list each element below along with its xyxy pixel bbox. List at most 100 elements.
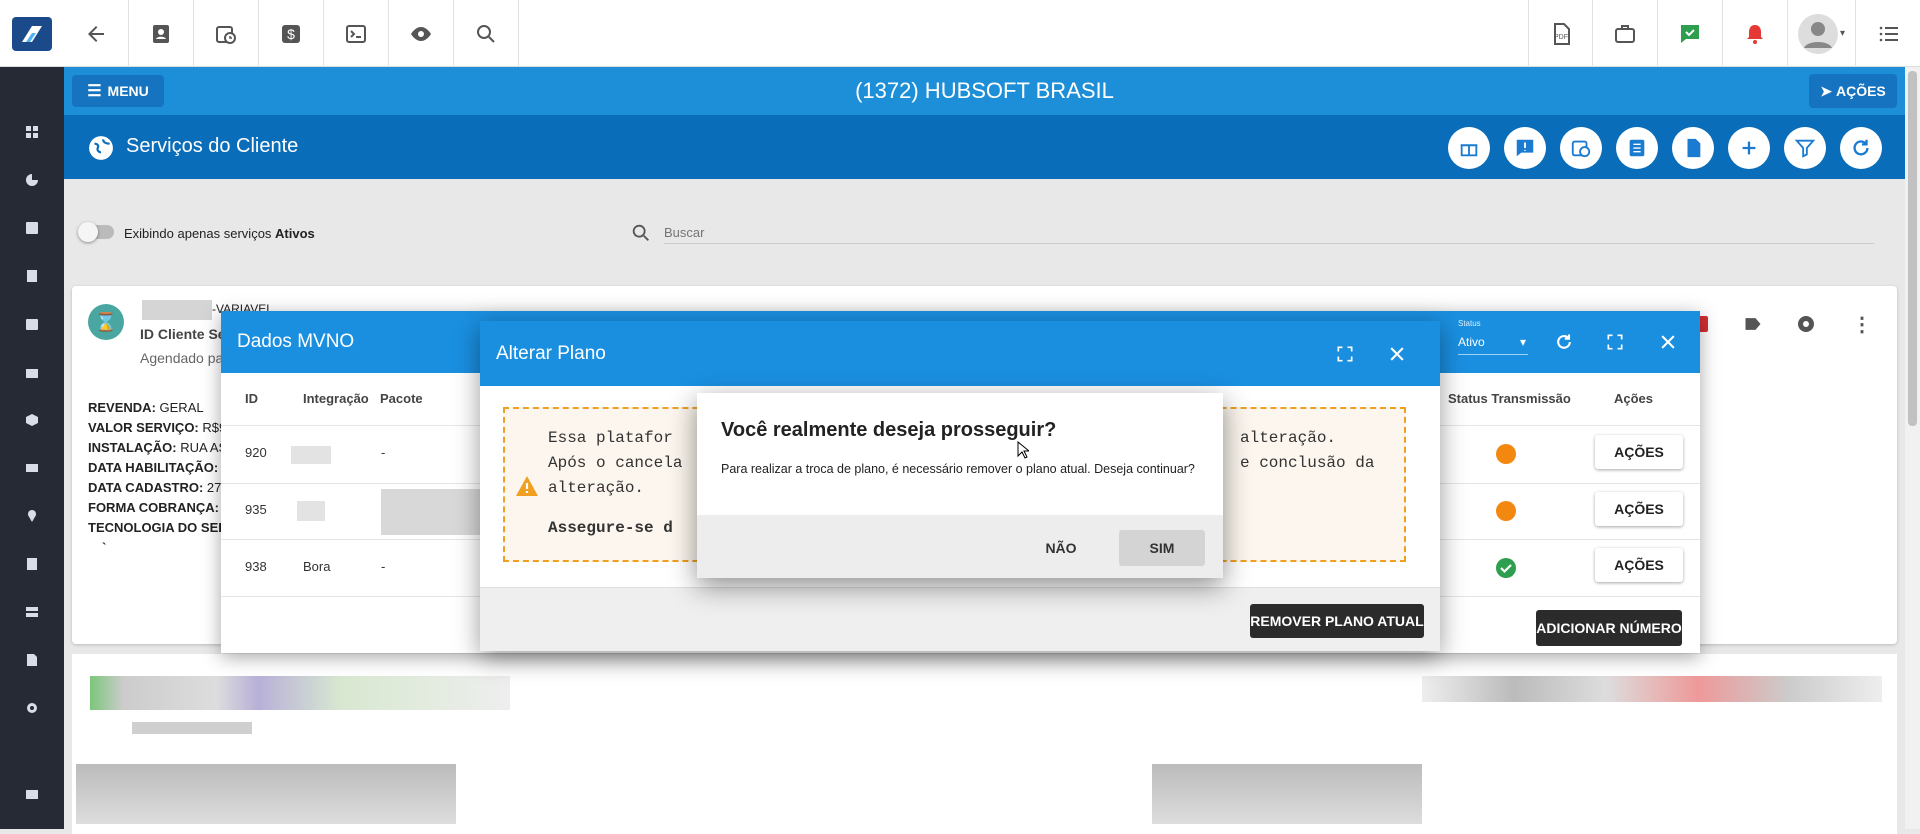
- filter-label-bold: Ativos: [275, 226, 315, 241]
- row-actions-button[interactable]: AÇÕES: [1595, 548, 1683, 582]
- pie-chart-icon[interactable]: [22, 170, 42, 190]
- info-revenda: REVENDA: GERAL: [88, 400, 204, 415]
- eye-icon[interactable]: [389, 0, 454, 67]
- row-id: 938: [245, 559, 267, 574]
- hourglass-icon: ⌛: [88, 304, 124, 340]
- status-select[interactable]: Ativo ▾: [1458, 335, 1528, 355]
- remove-current-plan-button[interactable]: REMOVER PLANO ATUAL: [1250, 604, 1424, 638]
- active-only-toggle[interactable]: [78, 222, 114, 242]
- calendar-clock-icon[interactable]: [1560, 127, 1602, 169]
- info-label: TECNOLOGIA DO SER: [88, 520, 228, 535]
- status-value: Ativo: [1458, 335, 1485, 349]
- top-toolbar: $ PDF ▾: [0, 0, 1920, 67]
- app-logo[interactable]: [12, 17, 52, 51]
- server-icon[interactable]: [22, 602, 42, 622]
- fullscreen-icon[interactable]: [1604, 331, 1626, 353]
- section-header: Serviços do Cliente: [64, 115, 1905, 179]
- money-icon[interactable]: [22, 458, 42, 478]
- user-avatar[interactable]: ▾: [1788, 0, 1856, 67]
- refresh-icon[interactable]: [1840, 127, 1882, 169]
- info-label: DATA CADASTRO:: [88, 480, 204, 495]
- close-icon[interactable]: [1657, 331, 1679, 353]
- send-icon: ➤: [1820, 82, 1832, 99]
- briefcase-icon[interactable]: [1593, 0, 1658, 67]
- change-plan-title: Alterar Plano: [496, 343, 606, 364]
- filter-icon[interactable]: [1784, 127, 1826, 169]
- col-header-id: ID: [245, 391, 258, 406]
- info-tecnologia: TECNOLOGIA DO SER: [88, 520, 228, 535]
- store-icon[interactable]: [22, 784, 42, 804]
- confirm-footer: NÃO SIM: [697, 515, 1223, 578]
- info-label: VALOR SERVIÇO:: [88, 420, 199, 435]
- warning-text-2b: e conclusão da: [1240, 454, 1375, 472]
- mvno-dialog-title: Dados MVNO: [237, 331, 355, 352]
- contact-card-icon[interactable]: [129, 0, 194, 67]
- client-id-label: ID Cliente Se: [140, 326, 226, 342]
- alert-message-icon[interactable]: [1504, 127, 1546, 169]
- book-icon[interactable]: [22, 266, 42, 286]
- redacted-content: [381, 489, 481, 535]
- chevron-down-icon: ▾: [1519, 335, 1526, 349]
- map-pin-icon[interactable]: [22, 506, 42, 526]
- row-pacote: -: [381, 559, 386, 574]
- fullscreen-icon[interactable]: [1334, 343, 1356, 365]
- globe-icon: [89, 136, 113, 160]
- add-number-button[interactable]: ADICIONAR NÚMERO: [1536, 610, 1682, 646]
- info-instalacao: INSTALAÇÃO: RUA AS: [88, 440, 227, 455]
- gear-icon[interactable]: [22, 698, 42, 718]
- no-button[interactable]: NÃO: [1026, 530, 1096, 566]
- back-icon[interactable]: [64, 0, 129, 67]
- col-header-acoes: Ações: [1614, 391, 1654, 406]
- warning-text-bold: Assegure-se d: [548, 519, 673, 537]
- warning-text-1b: alteração.: [1240, 429, 1337, 447]
- terminal-icon[interactable]: [324, 0, 389, 67]
- info-value: 27: [203, 480, 222, 495]
- actions-label: AÇÕES: [1835, 83, 1886, 99]
- gift-icon[interactable]: [1448, 127, 1490, 169]
- service-card-blurred: [72, 654, 1897, 834]
- file-icon[interactable]: [1672, 127, 1714, 169]
- actions-button[interactable]: ➤ AÇÕES: [1809, 74, 1897, 108]
- refresh-icon[interactable]: [1553, 331, 1575, 353]
- file-icon[interactable]: [22, 650, 42, 670]
- calendar-clock-icon[interactable]: [194, 0, 259, 67]
- more-vertical-icon[interactable]: ⋮: [1852, 312, 1872, 337]
- redacted-content: [132, 722, 252, 734]
- status-dot: [1496, 444, 1516, 464]
- briefcase-icon[interactable]: [22, 362, 42, 382]
- chat-check-icon[interactable]: [1658, 0, 1723, 67]
- contact-icon[interactable]: [22, 218, 42, 238]
- info-value: GERAL: [155, 400, 204, 415]
- confirm-dialog: Você realmente deseja prosseguir? Para r…: [697, 393, 1223, 578]
- info-label: INSTALAÇÃO:: [88, 440, 177, 455]
- dollar-icon[interactable]: $: [259, 0, 324, 67]
- dashboard-icon[interactable]: [22, 122, 42, 142]
- close-icon[interactable]: [1386, 343, 1408, 365]
- tag-icon[interactable]: [1742, 314, 1764, 334]
- info-habilitacao: DATA HABILITAÇÃO:: [88, 460, 218, 475]
- status-check-icon: [1496, 558, 1516, 578]
- col-header-pacote: Pacote: [380, 391, 423, 406]
- box-icon[interactable]: [22, 410, 42, 430]
- list-icon[interactable]: [1856, 0, 1920, 67]
- confirm-title: Você realmente deseja prosseguir?: [721, 419, 1057, 441]
- row-actions-button[interactable]: AÇÕES: [1595, 435, 1683, 469]
- section-title: Serviços do Cliente: [126, 135, 299, 157]
- settings-icon[interactable]: [1794, 312, 1818, 336]
- scrollbar-thumb[interactable]: [1908, 71, 1917, 426]
- plus-icon[interactable]: [1728, 127, 1770, 169]
- toggle-knob: [78, 222, 98, 242]
- search-input[interactable]: [664, 222, 1874, 244]
- change-plan-header: Alterar Plano: [480, 321, 1440, 386]
- scheduled-label: Agendado pa: [140, 350, 224, 366]
- pdf-icon[interactable]: PDF: [1528, 0, 1593, 67]
- alarm-bell-icon[interactable]: [1723, 0, 1788, 67]
- page-scrollbar[interactable]: [1905, 67, 1920, 829]
- info-tick: `: [102, 540, 107, 555]
- calendar-icon[interactable]: [22, 314, 42, 334]
- yes-button[interactable]: SIM: [1119, 530, 1205, 566]
- list-document-icon[interactable]: [1616, 127, 1658, 169]
- document-list-icon[interactable]: [22, 554, 42, 574]
- row-actions-button[interactable]: AÇÕES: [1595, 492, 1683, 526]
- search-icon[interactable]: [454, 0, 519, 67]
